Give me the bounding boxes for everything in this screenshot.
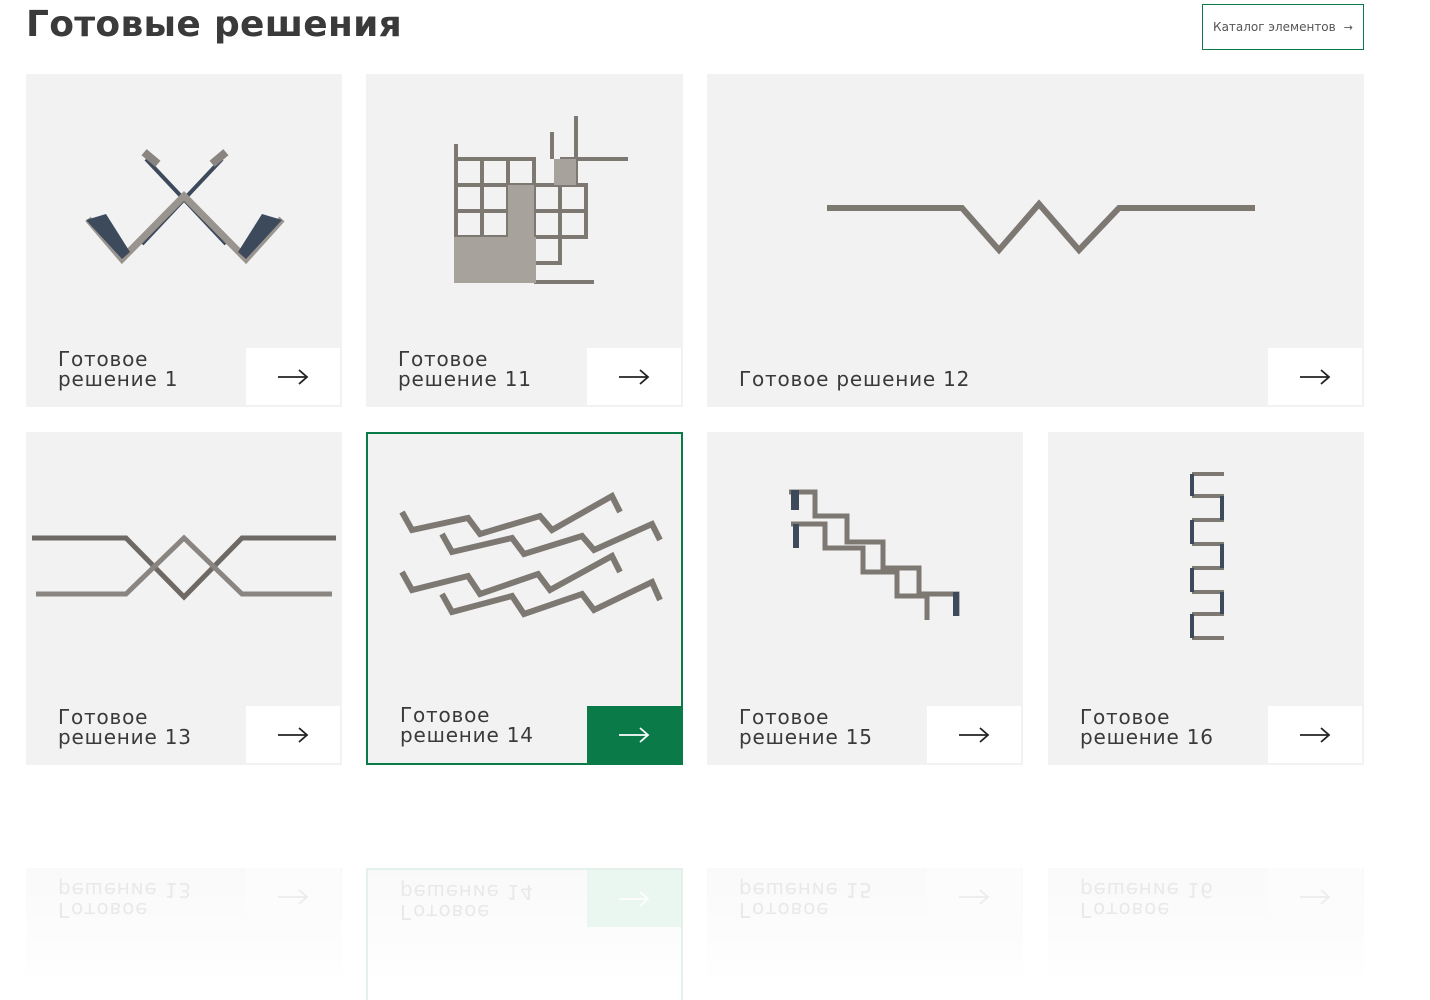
arrow-right-icon — [619, 368, 650, 385]
solution-card-1[interactable]: Готовое решение 1 — [26, 74, 342, 407]
reflection-card: Готовое решение 15 — [707, 868, 1023, 1000]
reflection-arrow — [246, 868, 340, 925]
solution-card-13[interactable]: Готовое решение 13 — [26, 432, 342, 765]
arrow-right-icon — [1300, 888, 1331, 905]
card-arrow-button[interactable] — [587, 706, 681, 763]
card-label: Готовое решение 14 — [400, 703, 534, 747]
solution-card-16[interactable]: Готовое решение 16 — [1048, 432, 1364, 765]
card-label: Готовое решение 13 — [58, 705, 192, 749]
solution-card-15[interactable]: Готовое решение 15 — [707, 432, 1023, 765]
reflection-card: Готовое решение 16 — [1048, 868, 1364, 1000]
arrow-right-icon — [959, 726, 990, 743]
card-arrow-button[interactable] — [927, 706, 1021, 763]
arrow-right-icon — [619, 726, 650, 743]
arrow-right-icon — [619, 890, 650, 907]
card-arrow-button[interactable] — [1268, 348, 1362, 405]
reflection-label: Готовое решение 13 — [58, 878, 192, 922]
reflection-arrow — [587, 870, 681, 927]
card-label: Готовое решение 12 — [739, 367, 971, 391]
reflection-card: Готовое решение 14 — [366, 868, 683, 1000]
card-label: Готовое решение 1 — [58, 347, 179, 391]
card-arrow-button[interactable] — [246, 348, 340, 405]
card-label: Готовое решение 15 — [739, 705, 873, 749]
arrow-right-icon — [1300, 368, 1331, 385]
card-label: Готовое решение 16 — [1080, 705, 1214, 749]
reflection-label: Готовое решение 16 — [1080, 878, 1214, 922]
reflection-card: Готовое решение 13 — [26, 868, 342, 1000]
arrow-right-icon — [278, 368, 309, 385]
shelf-illustration — [827, 199, 1255, 255]
catalog-button[interactable]: Каталог элементов → — [1202, 4, 1364, 50]
cards-reflection: Готовое решение 13 Готовое решение 14 Го… — [0, 860, 1430, 1000]
card-label: Готовое решение 11 — [398, 347, 532, 391]
solution-card-14[interactable]: Готовое решение 14 — [366, 432, 683, 765]
reflection-label: Готовое решение 15 — [739, 878, 873, 922]
reflection-label: Готовое решение 14 — [400, 880, 534, 924]
reflection-arrow — [1268, 868, 1362, 925]
solution-card-12[interactable]: Готовое решение 12 — [707, 74, 1364, 407]
arrow-right-icon: → — [1343, 20, 1353, 34]
arrow-right-icon — [1300, 726, 1331, 743]
arrow-right-icon — [959, 888, 990, 905]
card-arrow-button[interactable] — [1268, 706, 1362, 763]
solution-card-11[interactable]: Готовое решение 11 — [366, 74, 683, 407]
arrow-right-icon — [278, 726, 309, 743]
arrow-right-icon — [278, 888, 309, 905]
reflection-arrow — [927, 868, 1021, 925]
page-title: Готовые решения — [26, 4, 403, 45]
card-arrow-button[interactable] — [246, 706, 340, 763]
card-arrow-button[interactable] — [587, 348, 681, 405]
catalog-button-label: Каталог элементов — [1213, 20, 1336, 34]
